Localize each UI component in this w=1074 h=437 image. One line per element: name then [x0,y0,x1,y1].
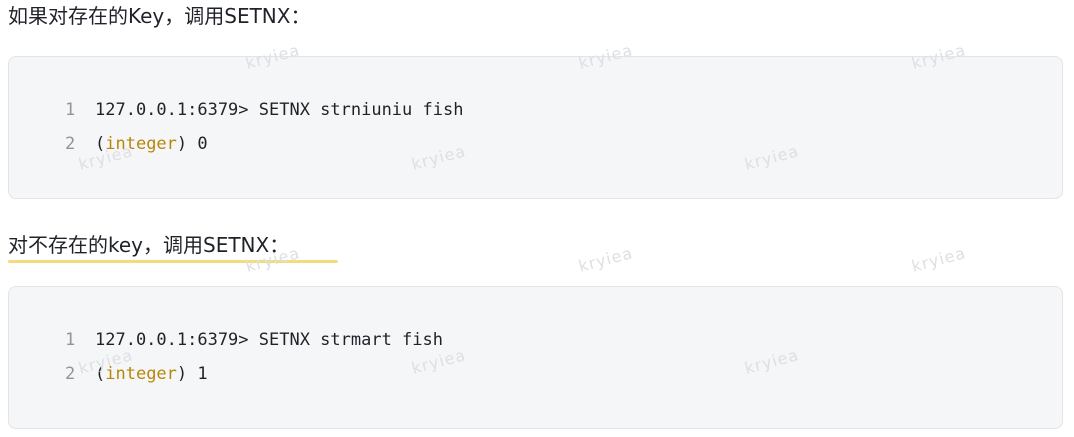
code-text-open: ( [95,134,106,154]
watermark: kryiea [576,243,635,276]
code-line: 2 (integer) 0 [65,127,463,161]
code-block-existing-key: 1 127.0.0.1:6379> SETNX strniuniu fish 2 (… [8,56,1063,199]
code-lines: 1 127.0.0.1:6379> SETNX strmart fish 2 (in… [65,323,443,391]
code-line: 1 127.0.0.1:6379> SETNX strmart fish [65,323,443,357]
code-block-missing-key: 1 127.0.0.1:6379> SETNX strmart fish 2 (in… [8,286,1063,429]
code-text-close: ) 0 [176,134,208,154]
code-line: 2 (integer) 1 [65,357,443,391]
code-text: 127.0.0.1:6379> SETNX strmart fish [95,330,443,350]
code-text-open: ( [95,364,106,384]
code-keyword: integer [105,134,177,154]
code-text-close: ) 1 [176,364,208,384]
code-text: 127.0.0.1:6379> SETNX strniuniu fish [95,100,464,120]
code-lines: 1 127.0.0.1:6379> SETNX strniuniu fish 2 (… [65,93,463,161]
line-number: 2 [65,134,76,154]
code-line: 1 127.0.0.1:6379> SETNX strniuniu fish [65,93,463,127]
paragraph-missing-key: 对不存在的key，调用SETNX： [8,233,290,257]
code-keyword: integer [105,364,177,384]
line-number: 1 [65,100,76,120]
highlight-underline [8,260,338,263]
paragraph-existing-key: 如果对存在的Key，调用SETNX： [8,4,311,28]
line-number: 2 [65,364,76,384]
watermark: kryiea [909,243,968,276]
line-number: 1 [65,330,76,350]
